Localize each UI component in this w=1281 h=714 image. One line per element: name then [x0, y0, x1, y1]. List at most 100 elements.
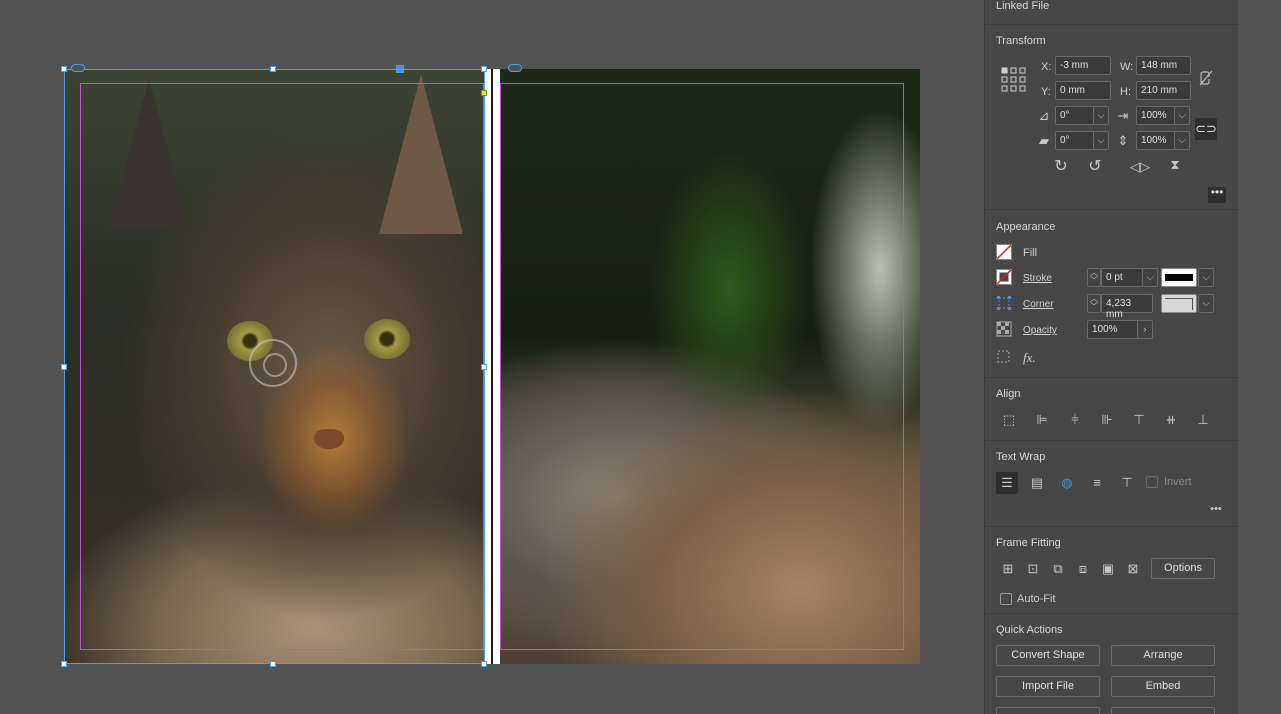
frame-fitting-title: Frame Fitting — [996, 537, 1061, 549]
transform-more-button[interactable]: ••• — [1208, 186, 1226, 203]
text-wrap-more-icon[interactable]: ••• — [1207, 501, 1225, 517]
fit-frame-to-content-icon[interactable]: ⧈ — [1073, 561, 1093, 577]
handle-bottom-left[interactable] — [61, 661, 67, 667]
convert-shape-button[interactable]: Convert Shape — [996, 645, 1100, 666]
content-aware-fit-icon[interactable]: ⧉ — [1048, 561, 1068, 577]
corner-icon — [997, 296, 1011, 310]
corner-size-field[interactable]: 4,233 mm — [1101, 294, 1153, 320]
rotate-angle-icon: ⊿ — [1038, 108, 1050, 123]
constrain-scale-button[interactable]: ⊂⊃ — [1195, 118, 1217, 140]
transform-title: Transform — [996, 35, 1046, 47]
rotate-field[interactable]: 0° — [1055, 106, 1095, 125]
x-label: X: — [1041, 61, 1052, 73]
fill-swatch-icon[interactable] — [996, 244, 1012, 260]
w-label: W: — [1120, 61, 1134, 73]
content-grabber[interactable] — [249, 339, 297, 387]
handle-top-left[interactable] — [61, 66, 67, 72]
flip-vertical-icon[interactable]: ⧗ — [1165, 157, 1185, 173]
shear-dropdown[interactable]: ⌵ — [1093, 131, 1109, 150]
object-effects-icon[interactable] — [996, 349, 1012, 365]
linked-file-title: Linked File — [996, 0, 1050, 12]
spread — [64, 69, 920, 664]
text-wrap-section: Text Wrap ☰ ▤ ◍ ≡ ⊤ Invert ••• — [985, 440, 1239, 526]
handle-top-middle[interactable] — [270, 66, 276, 72]
opacity-label[interactable]: Opacity — [1023, 325, 1057, 336]
document-canvas[interactable] — [0, 0, 984, 714]
auto-fit-checkbox[interactable] — [1000, 593, 1012, 605]
shear-field[interactable]: 0° — [1055, 131, 1095, 150]
cat-photo-right[interactable] — [500, 69, 920, 664]
align-section: Align ⬚ ⊫ ⫩ ⊪ ⊤ ⧺ ⊥ — [985, 377, 1239, 440]
wrap-object-shape-icon[interactable]: ◍ — [1057, 475, 1077, 491]
options-button[interactable]: Options — [1151, 558, 1215, 579]
handle-middle-right[interactable] — [481, 364, 487, 370]
quick-action-button-cut-left[interactable] — [996, 707, 1100, 714]
scale-y-dropdown[interactable]: ⌵ — [1174, 131, 1190, 150]
rotate-dropdown[interactable]: ⌵ — [1093, 106, 1109, 125]
wrap-bounding-box-icon[interactable]: ▤ — [1027, 475, 1047, 491]
frame-fitting-section: Frame Fitting ⊞ ⊡ ⧉ ⧈ ▣ ⊠ Options Auto-F… — [985, 526, 1239, 613]
fit-content-to-frame-icon[interactable]: ▣ — [1098, 561, 1118, 577]
cat-eye-right — [364, 319, 410, 359]
rotate-clockwise-icon[interactable]: ↻ — [1051, 159, 1071, 175]
align-top-icon[interactable]: ⊤ — [1129, 412, 1149, 428]
stroke-type-swatch[interactable] — [1161, 268, 1197, 287]
flip-horizontal-icon[interactable]: ◁▷ — [1130, 159, 1150, 175]
rotate-counterclockwise-icon[interactable]: ↺ — [1085, 159, 1105, 175]
embed-button[interactable]: Embed — [1111, 676, 1215, 697]
handle-top-anchor[interactable] — [396, 65, 404, 73]
corner-stepper[interactable]: ︿ ﹀ — [1087, 294, 1101, 313]
stroke-type-dropdown[interactable]: ⌵ — [1198, 268, 1214, 287]
stroke-swatch-icon[interactable] — [996, 269, 1012, 285]
y-field[interactable]: 0 mm — [1055, 81, 1111, 100]
stroke-weight-dropdown[interactable]: ⌵ — [1142, 268, 1158, 287]
link-badge-right[interactable] — [508, 64, 522, 72]
scale-x-field[interactable]: 100% — [1136, 106, 1176, 125]
spine-gap — [491, 69, 493, 664]
scale-x-dropdown[interactable]: ⌵ — [1174, 106, 1190, 125]
y-label: Y: — [1041, 86, 1051, 98]
link-badge-left[interactable] — [71, 64, 85, 72]
opacity-field[interactable]: 100% — [1087, 320, 1139, 339]
stroke-stepper[interactable]: ︿ ﹀ — [1087, 268, 1101, 287]
opacity-expand-button[interactable]: › — [1137, 320, 1153, 339]
fit-content-proportionally-icon[interactable]: ⊡ — [1023, 561, 1043, 577]
x-field[interactable]: -3 mm — [1055, 56, 1111, 75]
jump-to-next-column-icon[interactable]: ⊤ — [1117, 475, 1137, 491]
jump-object-icon[interactable]: ≡ — [1087, 475, 1107, 491]
stroke-weight-field[interactable]: 0 pt — [1101, 268, 1143, 287]
align-right-icon[interactable]: ⊪ — [1097, 412, 1117, 428]
appearance-title: Appearance — [996, 221, 1056, 233]
align-to-selection-icon[interactable]: ⬚ — [999, 412, 1019, 428]
handle-bottom-middle[interactable] — [270, 661, 276, 667]
align-left-icon[interactable]: ⊫ — [1032, 412, 1052, 428]
fx-button[interactable]: fx. — [1023, 350, 1036, 366]
align-horizontal-center-icon[interactable]: ⫩ — [1065, 412, 1085, 428]
import-file-button[interactable]: Import File — [996, 676, 1100, 697]
invert-checkbox[interactable] — [1146, 476, 1158, 488]
corner-label[interactable]: Corner — [1023, 299, 1054, 310]
align-vertical-center-icon[interactable]: ⧺ — [1161, 412, 1181, 428]
handle-middle-left[interactable] — [61, 364, 67, 370]
quick-action-button-cut-right[interactable] — [1111, 707, 1215, 714]
scale-y-field[interactable]: 100% — [1136, 131, 1176, 150]
center-content-icon[interactable]: ⊠ — [1123, 561, 1143, 577]
quick-actions-section: Quick Actions Convert Shape Arrange Impo… — [985, 613, 1239, 714]
fill-frame-proportionally-icon[interactable]: ⊞ — [998, 561, 1018, 577]
auto-fit-label: Auto-Fit — [1017, 593, 1056, 605]
w-field[interactable]: 148 mm — [1136, 56, 1191, 75]
align-bottom-icon[interactable]: ⊥ — [1193, 412, 1213, 428]
scale-x-icon: ⇥ — [1117, 108, 1129, 123]
stroke-label[interactable]: Stroke — [1023, 273, 1052, 284]
reference-point-icon[interactable] — [1001, 67, 1027, 93]
h-field[interactable]: 210 mm — [1136, 81, 1191, 100]
handle-top-right[interactable] — [481, 66, 487, 72]
opacity-icon — [996, 321, 1012, 337]
arrange-button[interactable]: Arrange — [1111, 645, 1215, 666]
corner-shape-dropdown[interactable]: ⌵ — [1198, 294, 1214, 313]
constrain-proportions-icon[interactable] — [1199, 70, 1213, 86]
handle-bottom-right[interactable] — [481, 661, 487, 667]
no-text-wrap-icon[interactable]: ☰ — [996, 472, 1018, 494]
corner-shape-swatch[interactable] — [1161, 294, 1197, 313]
corner-option-handle[interactable] — [481, 90, 487, 96]
